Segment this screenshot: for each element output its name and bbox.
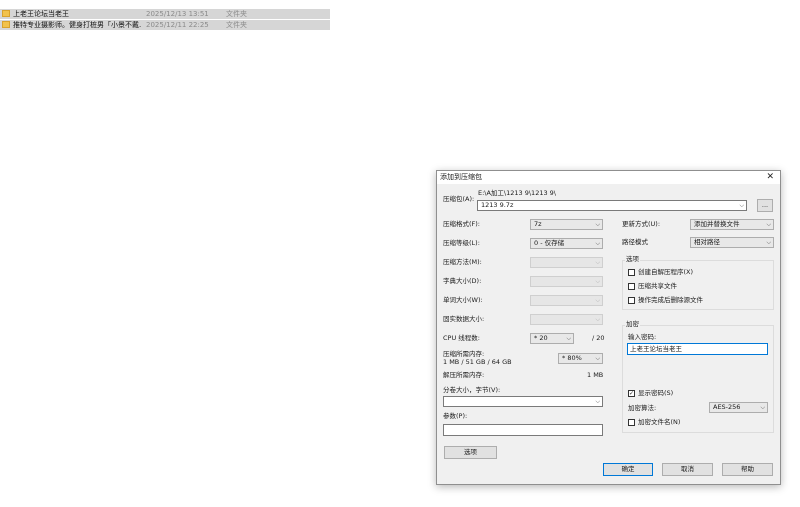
word-label: 单词大小(W): bbox=[443, 296, 483, 304]
archive-label: 压缩包(A): bbox=[443, 195, 475, 203]
chevron-down-icon: ⌵ bbox=[766, 221, 771, 228]
path-mode-select[interactable]: 相对路径 ⌵ bbox=[690, 237, 774, 248]
shared-files-label: 压缩共享文件 bbox=[638, 282, 677, 290]
chevron-down-icon: ⌵ bbox=[595, 297, 600, 304]
split-label: 分卷大小，字节(V): bbox=[443, 386, 501, 394]
update-mode-value: 添加并替换文件 bbox=[694, 220, 740, 228]
dict-select: ⌵ bbox=[530, 276, 603, 287]
solid-label: 固实数据大小: bbox=[443, 315, 485, 323]
options-button[interactable]: 选项 bbox=[444, 446, 497, 459]
chevron-down-icon: ⌵ bbox=[595, 355, 600, 362]
update-label: 更新方式(U): bbox=[622, 220, 661, 228]
encryption-method-select[interactable]: AES-256 ⌵ bbox=[709, 402, 768, 413]
path-mode-value: 相对路径 bbox=[694, 238, 720, 246]
cpu-total: / 20 bbox=[592, 334, 605, 342]
word-select: ⌵ bbox=[530, 295, 603, 306]
chevron-down-icon: ⌵ bbox=[595, 278, 600, 285]
chevron-down-icon: ⌵ bbox=[595, 259, 600, 266]
params-input[interactable] bbox=[443, 424, 603, 436]
file-date: 2025/12/11 22:25 bbox=[146, 21, 209, 29]
memory-usage-select[interactable]: * 80% ⌵ bbox=[558, 353, 603, 364]
browse-button[interactable]: ... bbox=[757, 199, 773, 212]
format-value: 7z bbox=[534, 220, 542, 228]
shared-files-checkbox[interactable] bbox=[628, 283, 635, 290]
archive-path: E:\A加工\1213 9\1213 9\ bbox=[478, 189, 556, 197]
path-mode-label: 路径模式 bbox=[622, 238, 648, 246]
password-input[interactable]: 上老王论坛当老王 bbox=[627, 343, 768, 355]
file-name: 推特专业摄影师。健身打桩男「小景不戴... bbox=[13, 21, 141, 29]
show-password-checkbox[interactable]: ✓ bbox=[628, 390, 635, 397]
delete-source-label: 操作完成后删除源文件 bbox=[638, 296, 703, 304]
cpu-threads-select[interactable]: * 20 ⌵ bbox=[530, 333, 574, 344]
memory-usage-value: * 80% bbox=[562, 354, 582, 362]
cpu-threads-value: * 20 bbox=[534, 334, 548, 342]
file-name: 上老王论坛当老王 bbox=[13, 10, 69, 18]
mem-detail: 1 MB / 51 GB / 64 GB bbox=[443, 358, 512, 366]
method-select: ⌵ bbox=[530, 257, 603, 268]
ok-button[interactable]: 确定 bbox=[603, 463, 653, 476]
sfx-label: 创建自解压程序(X) bbox=[638, 268, 694, 276]
format-select[interactable]: 7z ⌵ bbox=[530, 219, 603, 230]
file-date: 2025/12/13 13:51 bbox=[146, 10, 209, 18]
options-group-title: 选项 bbox=[625, 255, 640, 264]
sfx-checkbox[interactable] bbox=[628, 269, 635, 276]
method-label: 压缩方法(M): bbox=[443, 258, 482, 266]
encrypt-names-label: 加密文件名(N) bbox=[638, 418, 681, 426]
password-value: 上老王论坛当老王 bbox=[630, 345, 682, 353]
chevron-down-icon: ⌵ bbox=[766, 239, 771, 246]
params-label: 参数(P): bbox=[443, 412, 468, 420]
password-label: 输入密码: bbox=[628, 333, 657, 341]
show-password-label: 显示密码(S) bbox=[638, 389, 674, 397]
close-icon[interactable]: ✕ bbox=[766, 172, 774, 183]
add-to-archive-dialog: 添加到压缩包 ✕ 压缩包(A): E:\A加工\1213 9\1213 9\ 1… bbox=[436, 170, 781, 485]
solid-select: ⌵ bbox=[530, 314, 603, 325]
cpu-label: CPU 线程数: bbox=[443, 334, 480, 342]
encryption-method-value: AES-256 bbox=[713, 403, 741, 411]
delete-source-checkbox[interactable] bbox=[628, 297, 635, 304]
file-type: 文件夹 bbox=[226, 21, 247, 29]
title-bar: 添加到压缩包 ✕ bbox=[437, 171, 780, 184]
chevron-down-icon: ⌵ bbox=[760, 404, 765, 411]
chevron-down-icon: ⌵ bbox=[595, 398, 600, 405]
file-type: 文件夹 bbox=[226, 10, 247, 18]
chevron-down-icon: ⌵ bbox=[739, 202, 744, 209]
folder-icon bbox=[2, 21, 10, 28]
cancel-button[interactable]: 取消 bbox=[662, 463, 713, 476]
archive-name-combobox[interactable]: 1213 9.7z ⌵ bbox=[477, 200, 747, 211]
encryption-method-label: 加密算法: bbox=[628, 404, 657, 412]
chevron-down-icon: ⌵ bbox=[595, 221, 600, 228]
decomp-label: 解压所需内存: bbox=[443, 371, 485, 379]
archive-name-value: 1213 9.7z bbox=[481, 201, 514, 209]
dialog-title: 添加到压缩包 bbox=[440, 173, 482, 181]
file-row[interactable]: 上老王论坛当老王 2025/12/13 13:51 文件夹 bbox=[0, 9, 330, 19]
chevron-down-icon: ⌵ bbox=[595, 240, 600, 247]
encryption-group-title: 加密 bbox=[625, 320, 640, 329]
chevron-down-icon: ⌵ bbox=[566, 335, 571, 342]
level-value: 0 - 仅存储 bbox=[534, 239, 565, 247]
help-button[interactable]: 帮助 bbox=[722, 463, 773, 476]
chevron-down-icon: ⌵ bbox=[595, 316, 600, 323]
level-select[interactable]: 0 - 仅存储 ⌵ bbox=[530, 238, 603, 249]
encrypt-names-checkbox[interactable] bbox=[628, 419, 635, 426]
file-row[interactable]: 推特专业摄影师。健身打桩男「小景不戴... 2025/12/11 22:25 文… bbox=[0, 20, 330, 30]
level-label: 压缩等级(L): bbox=[443, 239, 480, 247]
split-size-combobox[interactable]: ⌵ bbox=[443, 396, 603, 407]
folder-icon bbox=[2, 10, 10, 17]
decomp-value: 1 MB bbox=[587, 371, 604, 379]
update-mode-select[interactable]: 添加并替换文件 ⌵ bbox=[690, 219, 774, 230]
format-label: 压缩格式(F): bbox=[443, 220, 481, 228]
dict-label: 字典大小(D): bbox=[443, 277, 482, 285]
